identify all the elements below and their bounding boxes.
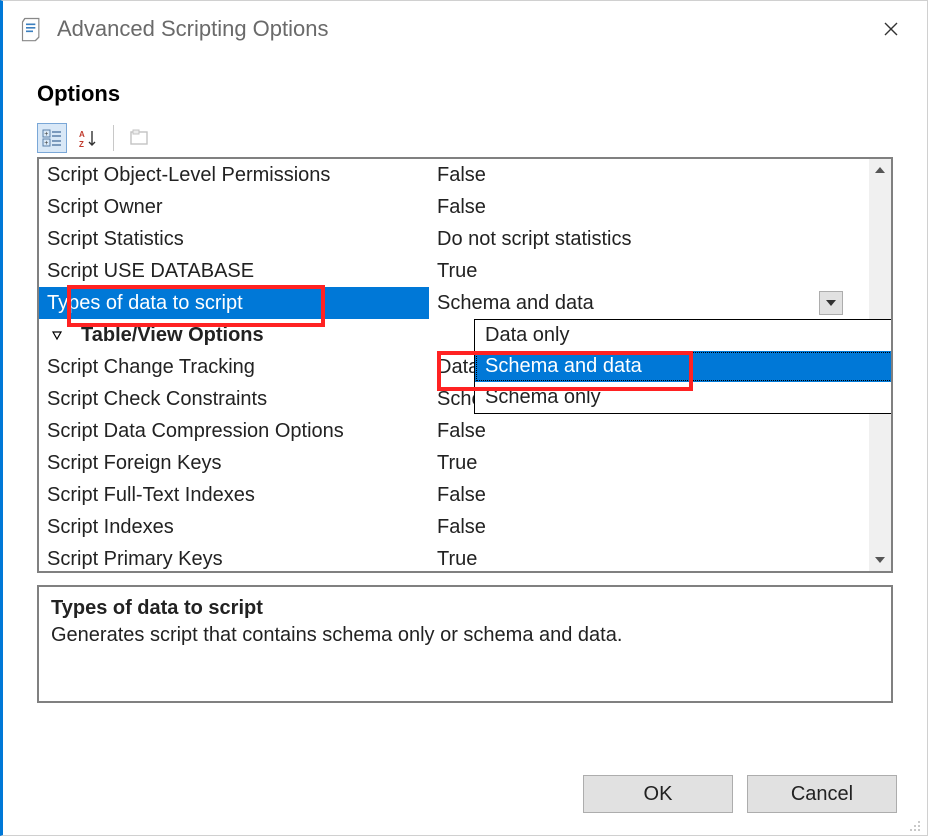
- window-title: Advanced Scripting Options: [57, 16, 329, 42]
- property-value: Schema and data: [437, 292, 594, 314]
- property-key: Script Full-Text Indexes: [47, 484, 255, 506]
- category-label: Table/View Options: [81, 324, 264, 346]
- property-pages-button[interactable]: [124, 123, 154, 153]
- property-key: Script Data Compression Options: [47, 420, 344, 442]
- dropdown-option[interactable]: Schema only: [475, 382, 893, 413]
- alphabetical-button[interactable]: A Z: [73, 123, 103, 153]
- property-key: Script Owner: [47, 196, 163, 218]
- close-button[interactable]: [871, 9, 911, 49]
- property-key: Script Change Tracking: [47, 356, 255, 378]
- svg-text:Z: Z: [79, 140, 84, 148]
- property-key: Script Indexes: [47, 516, 174, 538]
- property-row[interactable]: Script Object-Level Permissions False: [39, 159, 869, 191]
- collapse-icon[interactable]: [49, 327, 65, 343]
- property-value: False: [437, 196, 486, 218]
- cancel-button[interactable]: Cancel: [747, 775, 897, 813]
- property-value: False: [437, 164, 486, 186]
- categorized-button[interactable]: + +: [37, 123, 67, 153]
- script-icon: [19, 15, 47, 43]
- property-row[interactable]: Script Primary Keys True: [39, 543, 869, 571]
- svg-text:+: +: [44, 140, 48, 147]
- property-value: True: [437, 452, 477, 474]
- scroll-up-icon[interactable]: [869, 159, 891, 181]
- property-value: True: [437, 260, 477, 282]
- svg-text:A: A: [79, 130, 85, 139]
- property-row[interactable]: Script Indexes False: [39, 511, 869, 543]
- dialog-footer: OK Cancel: [583, 775, 897, 813]
- property-row[interactable]: Script Full-Text Indexes False: [39, 479, 869, 511]
- property-value: Do not script statistics: [437, 228, 632, 250]
- property-row[interactable]: Script Owner False: [39, 191, 869, 223]
- grid-toolbar: + + A Z: [37, 123, 893, 153]
- property-value: False: [437, 420, 486, 442]
- description-title: Types of data to script: [51, 597, 879, 620]
- scroll-down-icon[interactable]: [869, 549, 891, 571]
- property-grid: Script Object-Level Permissions False Sc…: [37, 157, 893, 573]
- ok-button[interactable]: OK: [583, 775, 733, 813]
- description-panel: Types of data to script Generates script…: [37, 585, 893, 703]
- property-key: Types of data to script: [47, 292, 243, 314]
- property-key: Script Primary Keys: [47, 548, 223, 570]
- resize-grip-icon[interactable]: [907, 815, 921, 829]
- dropdown-option-selected[interactable]: Schema and data: [475, 351, 893, 382]
- description-body: Generates script that contains schema on…: [51, 624, 879, 647]
- dialog-window: Advanced Scripting Options Options + + A…: [0, 0, 928, 836]
- property-row[interactable]: Script USE DATABASE True: [39, 255, 869, 287]
- dropdown-button[interactable]: [819, 291, 843, 315]
- property-key: Script Check Constraints: [47, 388, 267, 410]
- property-value: False: [437, 516, 486, 538]
- section-heading: Options: [37, 81, 893, 107]
- property-row[interactable]: Script Foreign Keys True: [39, 447, 869, 479]
- dropdown-list[interactable]: Data only Schema and data Schema only: [474, 319, 893, 414]
- property-key: Script Foreign Keys: [47, 452, 222, 474]
- property-value: True: [437, 548, 477, 570]
- property-row-selected[interactable]: Types of data to script Schema and data: [39, 287, 869, 319]
- property-key: Script Object-Level Permissions: [47, 164, 330, 186]
- svg-text:+: +: [44, 131, 48, 138]
- dropdown-option[interactable]: Data only: [475, 320, 893, 351]
- property-key: Script USE DATABASE: [47, 260, 254, 282]
- property-value: False: [437, 484, 486, 506]
- property-key: Script Statistics: [47, 228, 184, 250]
- property-row[interactable]: Script Statistics Do not script statisti…: [39, 223, 869, 255]
- toolbar-separator: [113, 125, 114, 151]
- property-row[interactable]: Script Data Compression Options False: [39, 415, 869, 447]
- title-bar: Advanced Scripting Options: [3, 1, 927, 57]
